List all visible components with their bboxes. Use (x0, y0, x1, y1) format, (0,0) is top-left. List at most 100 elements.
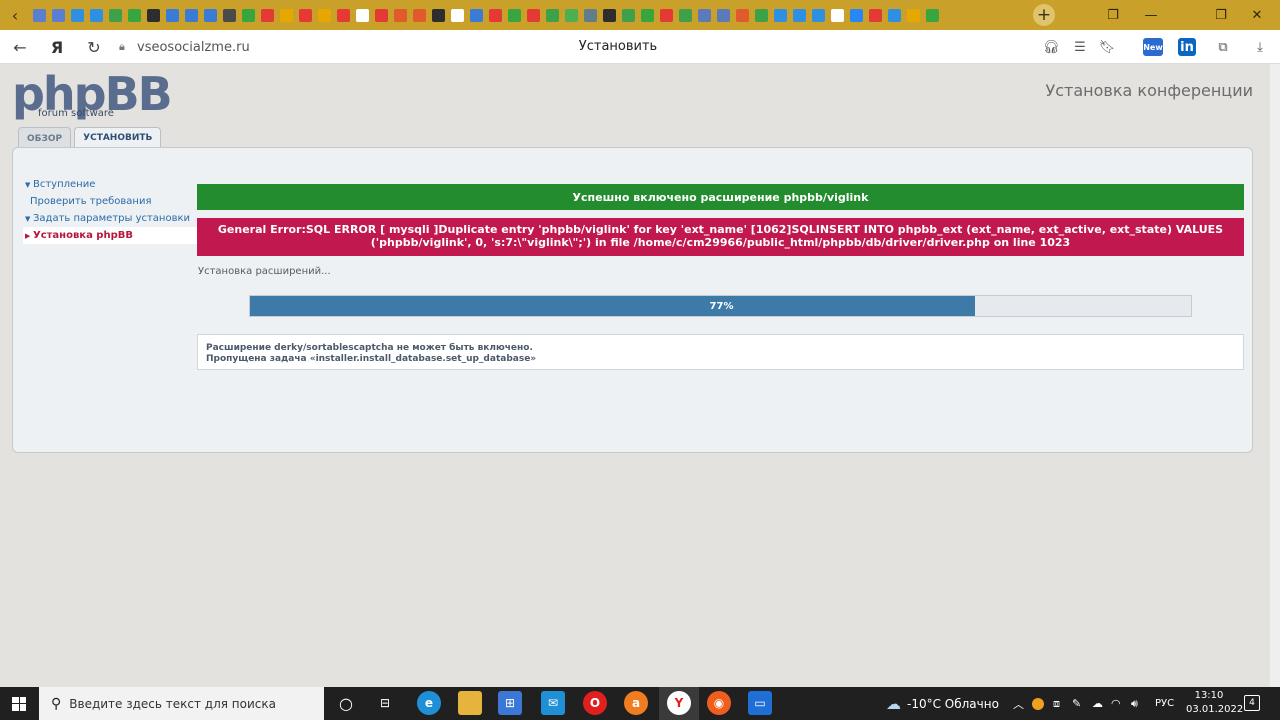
opera-icon[interactable]: O (583, 691, 607, 715)
sidebar-item-install[interactable]: ▶ Установка phpBB (23, 227, 201, 244)
reload-button[interactable]: ↻ (82, 35, 106, 59)
headphones-icon[interactable]: 🎧︎ (1040, 36, 1062, 58)
browser-tab[interactable] (638, 4, 657, 26)
browser-tab[interactable] (372, 4, 391, 26)
browser-tab[interactable] (448, 4, 467, 26)
edge-icon[interactable]: e (417, 691, 441, 715)
browser-tab[interactable] (619, 4, 638, 26)
favicon-icon (451, 8, 464, 22)
browser-tab[interactable] (353, 4, 372, 26)
status-text: Установка расширений... (198, 266, 331, 277)
yandex-browser-icon[interactable]: Y (667, 691, 691, 715)
browser-tab[interactable] (676, 4, 695, 26)
browser-tab[interactable] (68, 4, 87, 26)
tab-install[interactable]: УСТАНОВИТЬ (74, 127, 162, 148)
browser-tab[interactable] (885, 4, 904, 26)
task-view-icon[interactable]: ⊟ (373, 691, 397, 715)
browser-tab[interactable] (695, 4, 714, 26)
wifi-icon[interactable]: ◠ (1111, 687, 1121, 720)
browser-tab[interactable] (125, 4, 144, 26)
browser-tab[interactable] (828, 4, 847, 26)
browser-tab[interactable] (258, 4, 277, 26)
tray-app-icon[interactable] (1032, 687, 1044, 720)
browser-tab[interactable] (714, 4, 733, 26)
tabs-scroll-left-icon[interactable]: ‹ (0, 0, 30, 30)
browser-tab[interactable] (771, 4, 790, 26)
browser-tab[interactable] (923, 4, 942, 26)
meet-now-icon[interactable]: ⧈ (1053, 687, 1060, 720)
browser-tab[interactable] (106, 4, 125, 26)
file-explorer-icon[interactable] (458, 691, 482, 715)
store-icon[interactable]: ⊞ (498, 691, 522, 715)
sidebar-item-settings[interactable]: ▼ Задать параметры установки (23, 210, 201, 227)
language-indicator[interactable]: РУС (1155, 687, 1174, 720)
close-button[interactable]: ✕ (1240, 0, 1274, 30)
browser-tab[interactable] (486, 4, 505, 26)
tray-expand-icon[interactable]: ︿ (1013, 687, 1024, 720)
browser-tab[interactable] (657, 4, 676, 26)
browser-tab[interactable] (334, 4, 353, 26)
browser-tab[interactable] (600, 4, 619, 26)
volume-icon[interactable]: 🔊︎ (1131, 687, 1138, 720)
linkedin-icon[interactable]: in (1178, 38, 1196, 56)
browser-tab[interactable] (30, 4, 49, 26)
browser-tab[interactable] (182, 4, 201, 26)
browser-tab[interactable] (562, 4, 581, 26)
browser-tab[interactable] (752, 4, 771, 26)
browser-tab[interactable] (467, 4, 486, 26)
cloud-sync-icon[interactable]: ☁ (1092, 687, 1103, 720)
reader-mode-icon[interactable]: ☰ (1069, 36, 1091, 58)
browser-tab[interactable] (847, 4, 866, 26)
back-button[interactable]: ← (8, 35, 32, 59)
url-field[interactable]: 🔒︎ vseosocialzme.ru (117, 37, 254, 57)
phpbb-logo[interactable]: phpBB forum software (12, 71, 173, 122)
firefox-icon[interactable]: ◉ (707, 691, 731, 715)
sidebar-item-requirements[interactable]: Проверить требования (23, 193, 201, 210)
downloads-icon[interactable]: ⤓ (1249, 36, 1271, 58)
weather-widget[interactable]: ☁ -10°C Облачно (886, 687, 999, 720)
app-window-icon[interactable]: ▭ (748, 691, 772, 715)
browser-tab[interactable] (220, 4, 239, 26)
clock[interactable]: 13:10 03.01.2022 (1186, 689, 1243, 717)
collections-icon[interactable]: ⧉ (1212, 36, 1234, 58)
cortana-icon[interactable]: ○ (334, 691, 358, 715)
browser-tab[interactable] (201, 4, 220, 26)
browser-tab[interactable] (391, 4, 410, 26)
browser-tab[interactable] (296, 4, 315, 26)
browser-tab[interactable] (790, 4, 809, 26)
favicon-icon (166, 8, 179, 22)
browser-tab[interactable] (49, 4, 68, 26)
start-button[interactable] (0, 687, 38, 720)
browser-tab[interactable] (733, 4, 752, 26)
restore-button[interactable]: ❐ (1204, 0, 1238, 30)
mail-icon[interactable]: ✉ (541, 691, 565, 715)
browser-tab[interactable] (144, 4, 163, 26)
browser-tab[interactable] (239, 4, 258, 26)
new-extension-icon[interactable]: New (1143, 38, 1163, 56)
browser-tab[interactable] (315, 4, 334, 26)
browser-tab[interactable] (809, 4, 828, 26)
browser-tab[interactable] (543, 4, 562, 26)
vertical-scrollbar[interactable] (1270, 64, 1280, 687)
browser-tab[interactable] (163, 4, 182, 26)
new-tab-button[interactable]: + (1033, 4, 1055, 26)
browser-tab[interactable] (505, 4, 524, 26)
browser-tab[interactable] (581, 4, 600, 26)
tab-manager-icon[interactable]: ❐ (1096, 0, 1130, 30)
browser-tab[interactable] (524, 4, 543, 26)
browser-tab[interactable] (904, 4, 923, 26)
avast-icon[interactable]: a (624, 691, 648, 715)
browser-tab[interactable] (429, 4, 448, 26)
yandex-icon[interactable]: Я (45, 35, 69, 59)
bookmark-icon[interactable]: 🔖︎ (1096, 36, 1118, 58)
browser-tab[interactable] (87, 4, 106, 26)
tab-overview[interactable]: ОБЗОР (18, 127, 72, 149)
notification-center-icon[interactable]: 4 (1244, 695, 1260, 711)
browser-tab[interactable] (277, 4, 296, 26)
minimize-button[interactable]: — (1134, 0, 1168, 30)
taskbar-search[interactable]: ⚲ Введите здесь текст для поиска (39, 687, 324, 720)
sidebar-item-intro[interactable]: ▼ Вступление (23, 176, 201, 193)
browser-tab[interactable] (866, 4, 885, 26)
browser-tab[interactable] (410, 4, 429, 26)
pen-icon[interactable]: ✎ (1072, 687, 1081, 720)
